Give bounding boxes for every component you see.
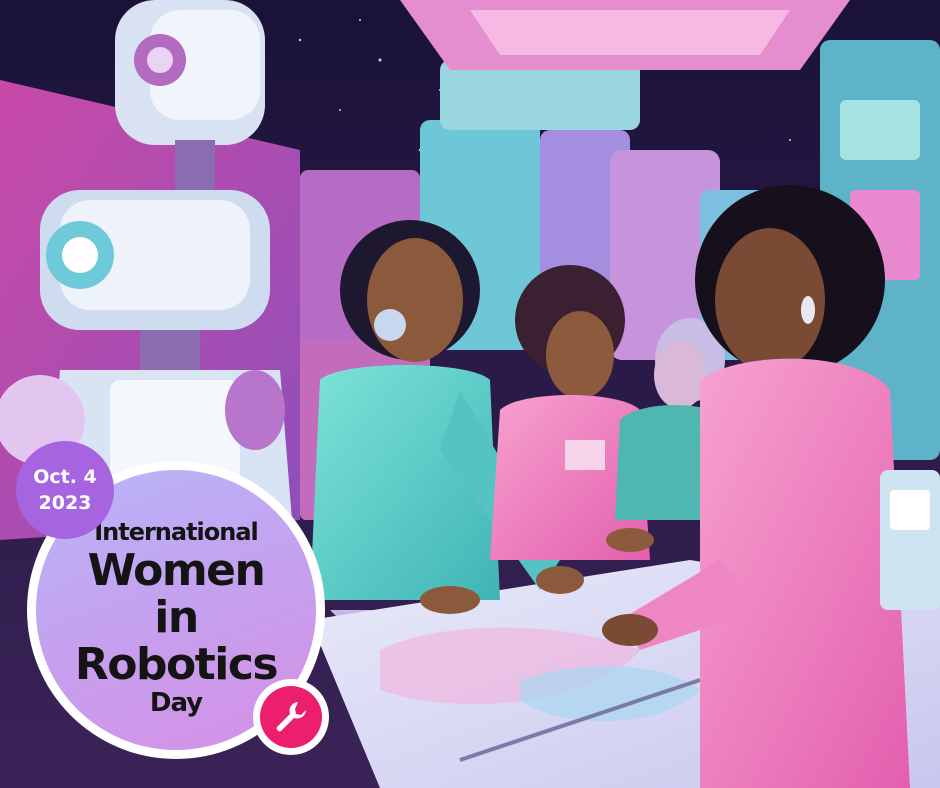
title-line-robotics: Robotics — [74, 639, 279, 690]
title-line-women: Women — [87, 545, 266, 596]
date-badge: Oct. 4 2023 — [16, 441, 114, 539]
wrench-icon — [276, 702, 306, 732]
date-line-2: 2023 — [38, 492, 92, 514]
title-line-in: in — [154, 592, 199, 643]
tool-badge — [253, 679, 329, 755]
date-line-1: Oct. 4 — [33, 466, 97, 488]
tool-badge-fill — [260, 686, 322, 748]
